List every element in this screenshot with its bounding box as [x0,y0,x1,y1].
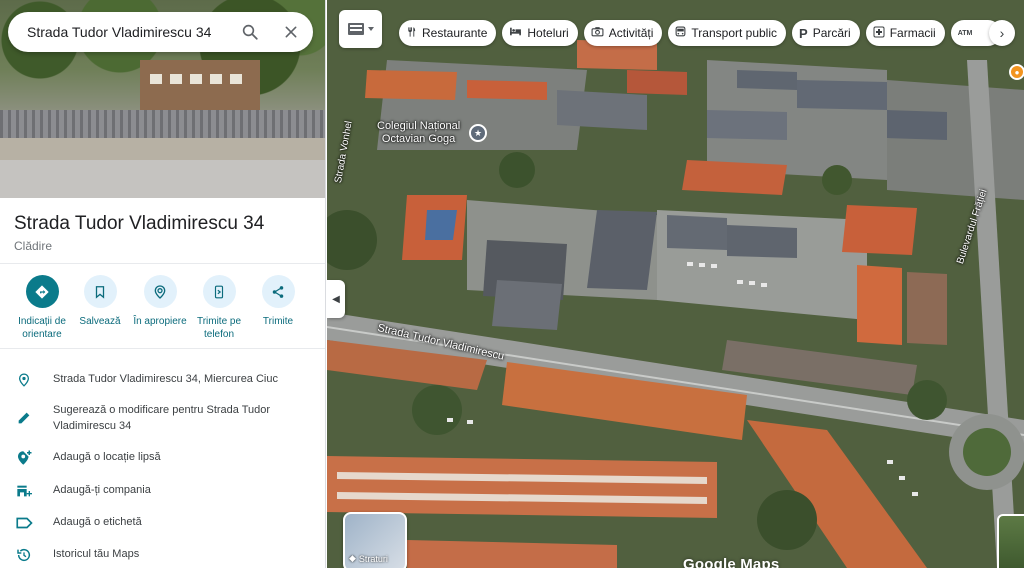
bus-icon [675,26,686,41]
share-label: Trimite [262,316,294,327]
photo-house [140,60,260,115]
send-to-phone-button[interactable]: Trimite pe telefon [187,275,251,341]
chip-pharmacy-label: Farmacii [889,26,936,40]
maps-history-text: Istoricul tău Maps [53,548,140,560]
add-missing-place-text: Adaugă o locație lipsă [53,451,161,463]
pharmacy-icon [873,26,885,41]
history-icon [14,545,34,565]
location-pin-icon [14,370,34,390]
school-label-line2: Octavian Goga [381,133,456,145]
save-label: Salvează [79,316,121,327]
close-icon[interactable] [279,20,303,44]
school-label[interactable]: Colegiul Național Octavian Goga [377,120,460,146]
add-business-icon [14,481,34,501]
school-label-line1: Colegiul Național [377,120,461,132]
layers-label: Straturi [358,553,388,564]
phone-icon [202,275,236,308]
satellite-map[interactable]: Colegiul Național Octavian Goga ★ Strada… [327,0,1024,568]
restaurant-pin-icon[interactable]: ● [1009,64,1024,80]
layers-label-group: ◆ Straturi [349,553,388,564]
layers-icon: ◆ [349,553,356,563]
collapse-panel-toggle[interactable] [339,10,382,48]
aerial-imagery [327,0,1024,568]
pencil-icon [14,408,34,428]
chip-activities-label: Activități [608,26,654,40]
photo-sidewalk [0,138,325,160]
chevron-right-icon[interactable]: › [989,20,1015,46]
school-pin-icon[interactable]: ★ [469,124,487,142]
layers-button[interactable]: ◆ Straturi [343,512,407,568]
atm-icon: ATM [957,29,973,37]
chip-hotels-label: Hoteluri [527,26,569,40]
street-view-thumbnail[interactable] [997,514,1024,568]
chip-restaurants[interactable]: Restaurante [399,20,497,46]
divider [0,348,325,349]
divider [0,263,325,264]
address-text: Strada Tudor Vladimirescu 34, Miercurea … [53,373,278,385]
label-icon [14,513,34,533]
chip-parking[interactable]: P Parcări [792,20,860,46]
parking-icon: P [799,25,808,41]
share-icon [261,275,295,308]
directions-label: Indicații de orientare [18,316,66,340]
add-location-icon [14,448,34,468]
send-to-phone-label: Trimite pe telefon [196,316,242,340]
category-chips: Restaurante Hoteluri Activități Transpor… [399,20,1001,46]
map-toolbar: Restaurante Hoteluri Activități Transpor… [327,0,1024,60]
nearby-button[interactable]: În apropiere [128,275,192,328]
chip-parking-label: Parcări [812,26,851,40]
chip-hotels[interactable]: Hoteluri [502,20,578,46]
chip-pharmacy[interactable]: Farmacii [865,20,945,46]
nearby-icon [143,275,177,308]
place-title: Strada Tudor Vladimirescu 34 [14,213,265,234]
place-category: Clădire [14,239,53,253]
collapse-side-panel-button[interactable]: ◀ [327,280,345,318]
suggest-edit-text: Sugerează o modificare pentru Strada Tud… [53,404,271,432]
directions-icon [25,275,59,308]
bookmark-icon [83,275,117,308]
google-maps-watermark: Google Maps [683,556,780,568]
search-icon[interactable] [238,20,262,44]
save-button[interactable]: Salvează [68,275,132,328]
camera-icon [591,26,604,40]
nearby-label: În apropiere [133,316,187,327]
chip-transit[interactable]: Transport public [668,20,787,46]
chip-restaurants-label: Restaurante [422,26,488,40]
add-business-text: Adaugă-ți compania [53,484,151,496]
chip-activities[interactable]: Activități [583,20,663,46]
directions-button[interactable]: Indicații de orientare [10,275,74,341]
add-label-text: Adaugă o etichetă [53,516,142,528]
hotel-icon [509,26,522,40]
place-panel: Strada Tudor Vladimirescu 34 Clădire Ind… [0,0,326,568]
place-header: Strada Tudor Vladimirescu 34 Clădire [14,212,314,253]
search-box[interactable] [8,12,313,52]
share-button[interactable]: Trimite [246,275,310,328]
action-bar: Indicații de orientare Salvează În aprop… [0,275,325,341]
photo-fence [0,110,325,138]
chip-transit-label: Transport public [691,26,778,40]
keyboard-icon [347,23,374,35]
restaurant-icon [406,26,417,41]
search-input[interactable] [27,24,227,40]
photo-road [0,160,325,198]
